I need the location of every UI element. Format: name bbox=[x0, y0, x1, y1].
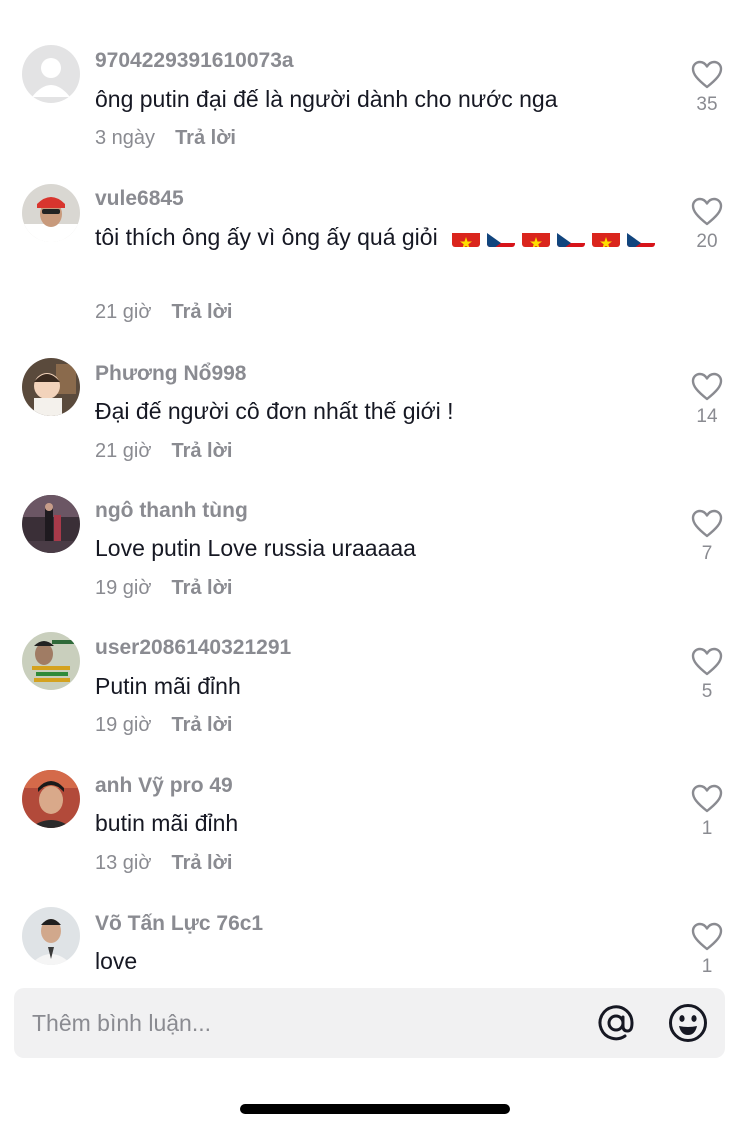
comment-input-container[interactable] bbox=[14, 988, 725, 1058]
mention-button[interactable] bbox=[595, 1002, 637, 1044]
user-photo-icon bbox=[22, 907, 80, 965]
comment-username[interactable]: Võ Tấn Lực 76c1 bbox=[95, 912, 263, 936]
emoji-button[interactable] bbox=[667, 1002, 709, 1044]
like-count: 1 bbox=[701, 956, 713, 974]
home-indicator[interactable] bbox=[240, 1104, 510, 1114]
at-sign-icon bbox=[598, 1005, 634, 1041]
comment-input[interactable] bbox=[32, 988, 572, 1058]
comment-composer-bar bbox=[0, 974, 750, 1128]
heart-outline-icon bbox=[691, 922, 723, 951]
avatar[interactable] bbox=[22, 907, 80, 965]
smiley-icon bbox=[669, 1004, 707, 1042]
comment-list[interactable]: 9704229391610073a ông putin đại đế là ng… bbox=[0, 0, 750, 974]
like-button[interactable]: 1 bbox=[688, 922, 726, 974]
comment-item: Võ Tấn Lực 76c1 love 1 bbox=[0, 0, 750, 974]
comment-text: love bbox=[95, 948, 138, 974]
